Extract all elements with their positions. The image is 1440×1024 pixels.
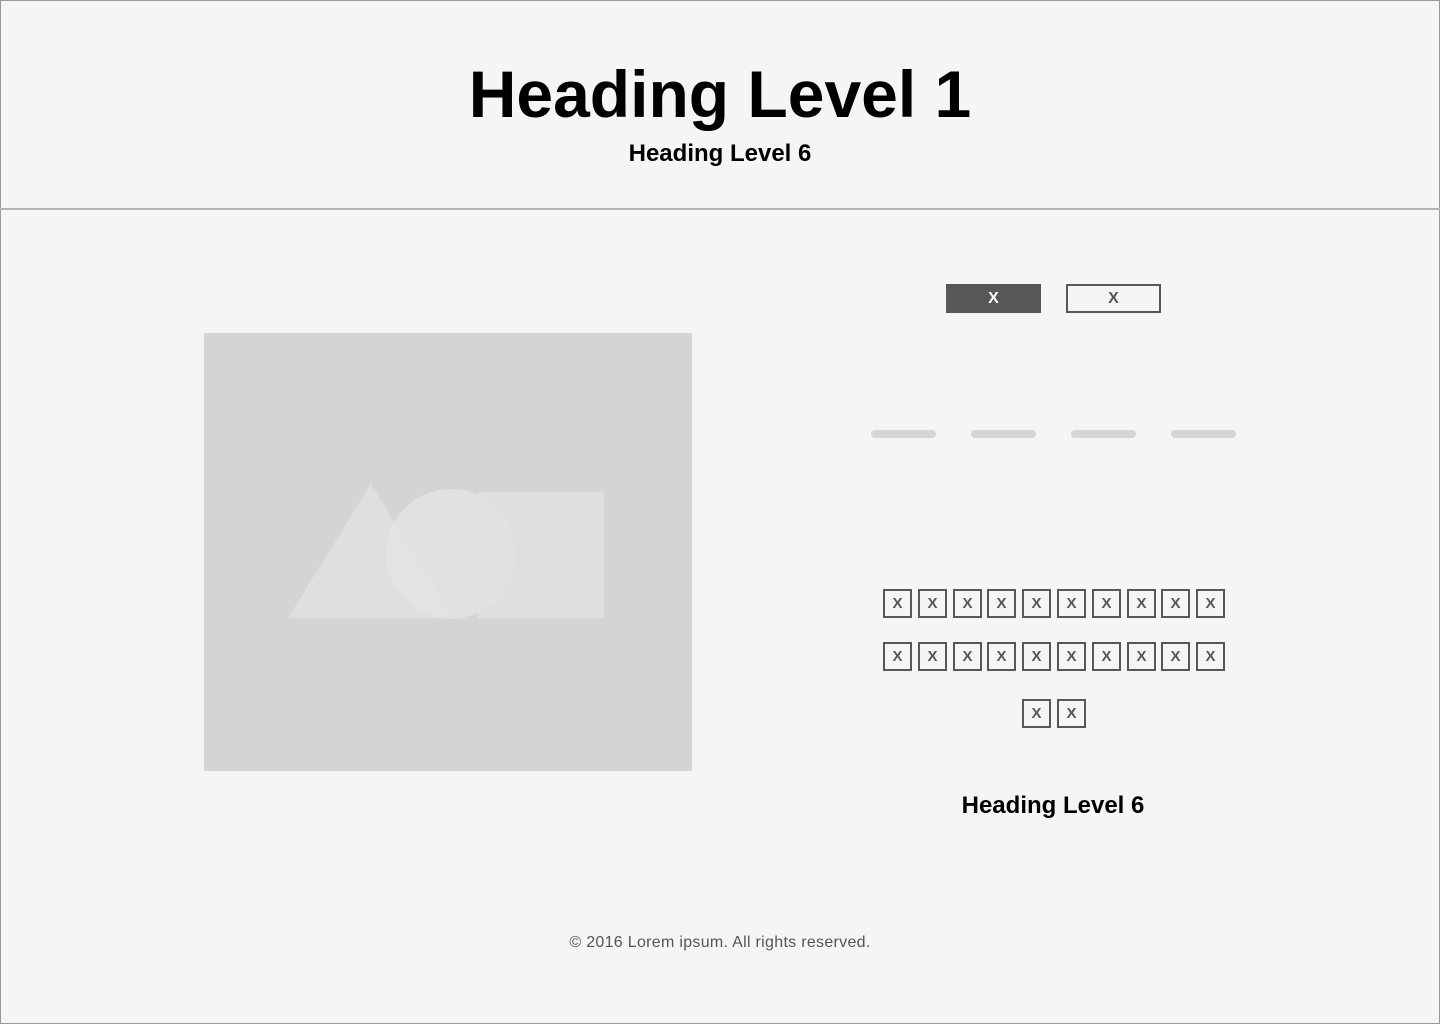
chip-row2-4[interactable]: X [987, 642, 1016, 671]
section-heading: Heading Level 6 [961, 792, 1145, 819]
chip-row1-6[interactable]: X [1057, 589, 1086, 618]
chip-row1-7[interactable]: X [1092, 589, 1121, 618]
chip-row1-5[interactable]: X [1022, 589, 1051, 618]
chip-row1-3[interactable]: X [953, 589, 982, 618]
indicator-bar[interactable] [1171, 430, 1236, 438]
chip-row2-1[interactable]: X [883, 642, 912, 671]
chip-row3-2[interactable]: X [1057, 699, 1086, 728]
indicator-bar[interactable] [971, 430, 1036, 438]
chip-row2-9[interactable]: X [1161, 642, 1190, 671]
chip-row2-8[interactable]: X [1127, 642, 1156, 671]
page-header: Heading Level 1 Heading Level 6 [0, 0, 1440, 210]
chip-row1-10[interactable]: X [1196, 589, 1225, 618]
page-title: Heading Level 1 [468, 57, 972, 131]
toggle-active-button[interactable]: X [946, 284, 1041, 313]
image-placeholder-icon [288, 484, 604, 619]
chip-row2-3[interactable]: X [953, 642, 982, 671]
footer-copyright: © 2016 Lorem ipsum. All rights reserved. [569, 934, 871, 951]
chip-row2-2[interactable]: X [918, 642, 947, 671]
chip-row1-1[interactable]: X [883, 589, 912, 618]
chip-row1-8[interactable]: X [1127, 589, 1156, 618]
chip-row3-1[interactable]: X [1022, 699, 1051, 728]
chip-row1-4[interactable]: X [987, 589, 1016, 618]
chip-row1-2[interactable]: X [918, 589, 947, 618]
chip-row1-9[interactable]: X [1161, 589, 1190, 618]
page-subtitle: Heading Level 6 [628, 140, 812, 167]
chip-row2-7[interactable]: X [1092, 642, 1121, 671]
image-placeholder [204, 333, 692, 771]
indicator-bar[interactable] [1071, 430, 1136, 438]
toggle-inactive-button[interactable]: X [1066, 284, 1161, 313]
chip-row2-10[interactable]: X [1196, 642, 1225, 671]
indicator-bar[interactable] [871, 430, 936, 438]
chip-row2-5[interactable]: X [1022, 642, 1051, 671]
chip-row2-6[interactable]: X [1057, 642, 1086, 671]
